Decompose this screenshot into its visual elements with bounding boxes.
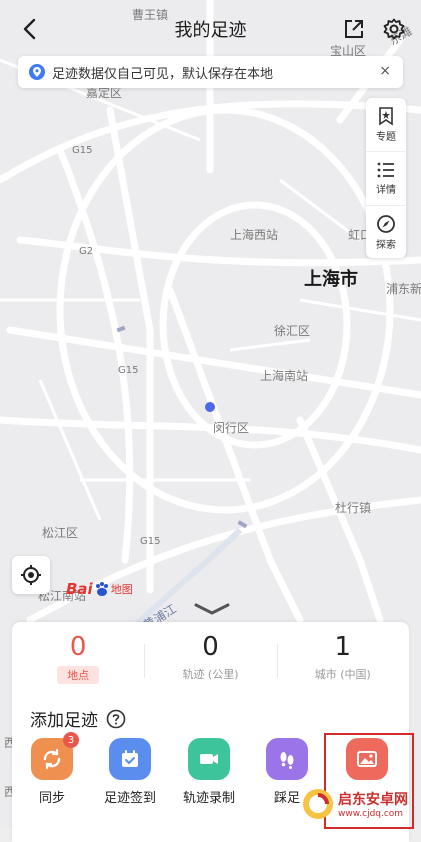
stat-cities[interactable]: 1 城市 (中国): [276, 630, 409, 690]
calendar-check-icon: [122, 750, 138, 767]
sync-action[interactable]: 3 同步: [17, 732, 87, 806]
map-label: 徐汇区: [274, 323, 310, 338]
stats-row: 0 地点 0 轨迹 (公里) 1 城市 (中国): [12, 630, 409, 690]
stat-tracks[interactable]: 0 轨迹 (公里): [144, 630, 276, 690]
city-label: 上海市: [304, 268, 358, 290]
watermark-name: 启东安卓网: [338, 792, 408, 808]
map-label: 浦东新: [386, 281, 421, 296]
privacy-notice: 足迹数据仅自己可见，默认保存在本地 ×: [18, 56, 403, 88]
help-icon[interactable]: [106, 709, 126, 729]
details-button[interactable]: 详情: [366, 151, 406, 205]
map-label: G2: [79, 246, 93, 257]
baidu-logo: Bai 地图: [66, 580, 133, 598]
back-button[interactable]: [14, 14, 44, 44]
bookmark-star-icon: [379, 107, 393, 126]
video-camera-icon: [200, 754, 218, 764]
topic-button[interactable]: 专题: [366, 98, 406, 151]
checkin-action[interactable]: 足迹签到: [95, 738, 165, 806]
map-label: G15: [140, 536, 160, 547]
notification-badge: 3: [63, 732, 79, 748]
current-location-dot: [205, 402, 215, 412]
map-side-panel: 专题 详情 探索: [366, 98, 406, 258]
gear-icon: [383, 18, 405, 40]
stat-value: 0: [69, 632, 87, 662]
map-label: 闵行区: [213, 420, 249, 435]
explore-button[interactable]: 探索: [366, 205, 406, 259]
side-panel-label: 探索: [376, 240, 396, 251]
page-title: 我的足迹: [174, 20, 247, 41]
add-footprint-heading: 添加足迹: [30, 706, 126, 731]
logo-text: Bai: [66, 580, 93, 598]
settings-button[interactable]: [379, 14, 409, 44]
watermark-text: 启东安卓网 www.cjdq.com: [338, 789, 408, 819]
crosshair-icon: [21, 565, 41, 585]
list-icon: [377, 162, 394, 178]
map-label: 上海南站: [260, 368, 308, 383]
stat-label: 城市 (中国): [314, 668, 371, 681]
action-label: 轨迹录制: [182, 791, 235, 806]
side-panel-label: 详情: [376, 185, 396, 196]
share-icon: [345, 20, 363, 38]
chevron-down-icon[interactable]: [194, 602, 230, 616]
chevron-left-icon: [23, 18, 36, 40]
action-label: 踩足: [273, 791, 300, 806]
section-title: 添加足迹: [30, 711, 98, 731]
logo-map-text: 地图: [110, 583, 133, 596]
share-button[interactable]: [339, 14, 369, 44]
stat-places[interactable]: 0 地点: [12, 630, 144, 690]
stat-value: 0: [202, 632, 219, 662]
footprint-icon: [280, 752, 294, 769]
action-label: 足迹签到: [103, 791, 156, 806]
map-label: G15: [118, 365, 138, 376]
notice-text: 足迹数据仅自己可见，默认保存在本地: [52, 66, 274, 82]
record-action[interactable]: 轨迹录制: [174, 738, 244, 806]
paw-icon: [95, 582, 108, 596]
stat-label: 地点: [57, 666, 100, 684]
checkin-icon-tile: [109, 738, 151, 780]
watermark-url: www.cjdq.com: [338, 809, 404, 819]
map-label: 松江区: [42, 526, 78, 540]
map-label: G15: [72, 145, 92, 156]
locate-button[interactable]: [12, 556, 50, 594]
watermark-logo-icon: [303, 789, 333, 819]
record-icon-tile: [188, 738, 230, 780]
sync-icon: [43, 748, 61, 770]
action-label: 同步: [38, 791, 65, 806]
map-label: 杜行镇: [335, 500, 371, 515]
side-panel-label: 专题: [376, 132, 396, 143]
footstep-icon-tile: [266, 738, 308, 780]
location-pin-icon: [29, 64, 45, 80]
map-label: 上海西站: [230, 227, 278, 242]
close-icon[interactable]: ×: [379, 63, 391, 79]
stat-value: 1: [334, 632, 352, 662]
header: 我的足迹: [0, 0, 421, 58]
site-watermark: 启东安卓网 www.cjdq.com: [300, 782, 421, 826]
compass-icon: [377, 215, 395, 233]
stat-label: 轨迹 (公里): [182, 668, 239, 681]
sync-icon-tile: 3: [31, 732, 79, 780]
